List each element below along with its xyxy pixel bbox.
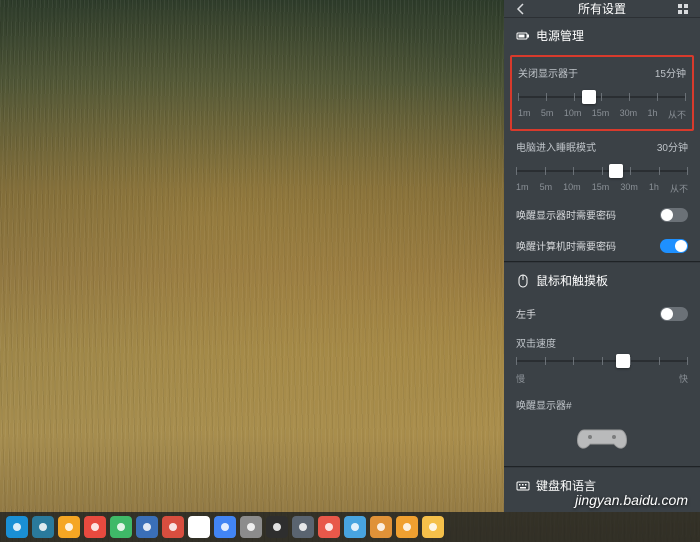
taskbar-terminal[interactable] bbox=[266, 516, 288, 538]
taskbar-music[interactable] bbox=[110, 516, 132, 538]
panel-title: 所有设置 bbox=[578, 0, 626, 17]
wake-computer-pwd-label: 唤醒计算机时需要密码 bbox=[516, 238, 616, 253]
wake-display-pwd-toggle[interactable] bbox=[660, 208, 688, 222]
taskbar-multitask[interactable] bbox=[32, 516, 54, 538]
keyboard-icon bbox=[516, 479, 530, 493]
taskbar-video[interactable] bbox=[136, 516, 158, 538]
battery-icon bbox=[516, 29, 530, 43]
left-hand-label: 左手 bbox=[516, 306, 536, 321]
taskbar-reader[interactable] bbox=[370, 516, 392, 538]
mouse-test-label: 唤醒显示器# bbox=[504, 391, 700, 414]
mouse-section-title: 鼠标和触摸板 bbox=[536, 272, 608, 289]
sleep-slider[interactable] bbox=[516, 162, 688, 180]
display-off-label: 关闭显示器于 bbox=[518, 65, 578, 80]
left-hand-toggle[interactable] bbox=[660, 307, 688, 321]
taskbar-control[interactable] bbox=[240, 516, 262, 538]
wake-computer-pwd-toggle[interactable] bbox=[660, 239, 688, 253]
sleep-ticks: 1m5m10m15m30m1h从不 bbox=[516, 180, 688, 195]
back-icon[interactable] bbox=[512, 0, 530, 18]
display-off-ticks: 1m5m10m15m30m1h从不 bbox=[518, 106, 686, 121]
taskbar-photos[interactable] bbox=[318, 516, 340, 538]
watermark: jingyan.baidu.com bbox=[575, 492, 688, 508]
display-off-value: 15分钟 bbox=[655, 65, 686, 80]
power-section-title: 电源管理 bbox=[536, 27, 584, 44]
dblclick-fast: 快 bbox=[679, 372, 688, 385]
taskbar-calendar[interactable] bbox=[214, 516, 236, 538]
taskbar-store[interactable] bbox=[84, 516, 106, 538]
mouse-icon bbox=[516, 274, 530, 288]
power-section-header: 电源管理 bbox=[504, 18, 700, 53]
taskbar bbox=[0, 512, 700, 542]
taskbar-files[interactable] bbox=[58, 516, 80, 538]
taskbar-launcher[interactable] bbox=[6, 516, 28, 538]
taskbar-eject[interactable] bbox=[422, 516, 444, 538]
taskbar-system[interactable] bbox=[292, 516, 314, 538]
display-off-highlight: 关闭显示器于 15分钟 1m5m10m15m30m1h从不 bbox=[510, 55, 694, 131]
mouse-test-area[interactable] bbox=[504, 414, 700, 466]
gamepad-icon bbox=[572, 422, 632, 454]
taskbar-browser[interactable] bbox=[162, 516, 184, 538]
wake-display-pwd-label: 唤醒显示器时需要密码 bbox=[516, 207, 616, 222]
panel-header: 所有设置 bbox=[504, 0, 700, 18]
mouse-section-header: 鼠标和触摸板 bbox=[504, 263, 700, 298]
taskbar-chrome[interactable] bbox=[188, 516, 210, 538]
display-off-slider[interactable] bbox=[518, 88, 686, 106]
sleep-label: 电脑进入睡眠模式 bbox=[516, 139, 596, 154]
taskbar-camera[interactable] bbox=[344, 516, 366, 538]
dblclick-slow: 慢 bbox=[516, 372, 525, 385]
dblclick-label: 双击速度 bbox=[504, 329, 700, 352]
taskbar-update[interactable] bbox=[396, 516, 418, 538]
menu-icon[interactable] bbox=[674, 0, 692, 18]
dblclick-slider[interactable] bbox=[516, 352, 688, 370]
settings-panel: 所有设置 电源管理 关闭显示器于 15分钟 1m5m10m15m30m1h从不 … bbox=[504, 0, 700, 512]
sleep-value: 30分钟 bbox=[657, 139, 688, 154]
